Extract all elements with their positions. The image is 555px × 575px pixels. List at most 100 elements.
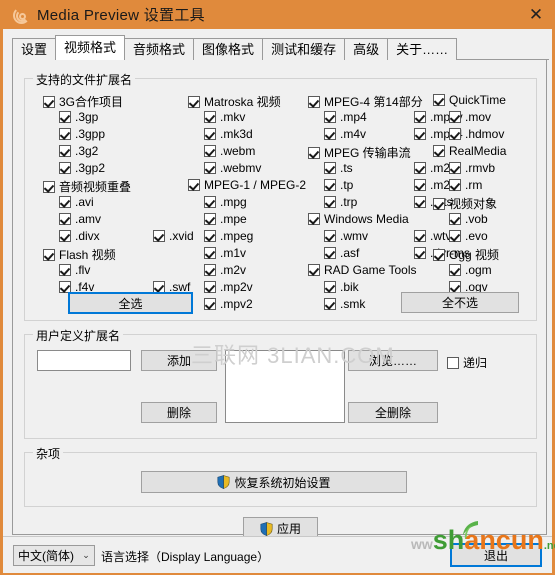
checkbox-box xyxy=(204,247,216,259)
ext-group-header[interactable]: Flash 视频 xyxy=(43,246,116,263)
ext-checkbox[interactable]: .3gp2 xyxy=(59,161,105,175)
ext-label: .wmv xyxy=(340,229,368,243)
ext-checkbox[interactable]: .mpe xyxy=(204,212,247,226)
recursive-label: 递归 xyxy=(463,356,488,370)
ext-group-label: 音频视频重叠 xyxy=(59,180,132,194)
checkbox-box xyxy=(43,248,55,261)
ext-checkbox[interactable]: .wtv xyxy=(414,229,451,243)
language-select[interactable]: 中文(简体) ⌄ xyxy=(13,545,95,566)
ext-checkbox[interactable]: .xvid xyxy=(153,229,194,243)
delete-extension-button[interactable]: 删除 xyxy=(141,402,217,423)
ext-group-header[interactable]: MPEG-4 第14部分 xyxy=(308,93,423,110)
exit-button[interactable]: 退出 xyxy=(450,543,542,567)
ext-checkbox[interactable]: .bik xyxy=(324,280,359,294)
ext-checkbox[interactable]: .m2v xyxy=(204,263,246,277)
ext-checkbox[interactable]: .m4v xyxy=(324,127,366,141)
ext-label: .rm xyxy=(465,178,483,192)
ext-checkbox[interactable]: .m1v xyxy=(204,246,246,260)
checkbox-box xyxy=(43,180,55,193)
ext-label: .3gpp xyxy=(75,127,106,141)
tab-0[interactable]: 设置 xyxy=(12,38,57,60)
ext-label: .flv xyxy=(75,263,91,277)
ext-checkbox[interactable]: .3gpp xyxy=(59,127,105,141)
browse-button[interactable]: 浏览…… xyxy=(348,350,438,371)
delete-all-extensions-button[interactable]: 全删除 xyxy=(348,402,438,423)
checkbox-box xyxy=(59,264,71,276)
ext-checkbox[interactable]: .ts xyxy=(324,161,353,175)
ext-checkbox[interactable]: .m2t xyxy=(414,178,453,192)
ext-group-header[interactable]: Ogg 视频 xyxy=(433,246,499,263)
ext-checkbox[interactable]: .wmv xyxy=(324,229,368,243)
ext-checkbox[interactable]: .avi xyxy=(59,195,94,209)
checkbox-box xyxy=(204,145,216,157)
ext-group-label: 3G合作项目 xyxy=(59,95,124,109)
ext-checkbox[interactable]: .flv xyxy=(59,263,90,277)
supported-extensions-group: 支持的文件扩展名 3G合作项目 .3gp .3gpp .3g2 .3gp2 音频视频重叠.… xyxy=(24,71,537,321)
extension-input[interactable] xyxy=(37,350,131,371)
ext-checkbox[interactable]: .divx xyxy=(59,229,100,243)
restore-defaults-button[interactable]: 恢复系统初始设置 xyxy=(141,471,407,493)
checkbox-box xyxy=(433,145,445,157)
ext-checkbox[interactable]: .mk3d xyxy=(204,127,253,141)
ext-checkbox[interactable]: .mkv xyxy=(204,110,245,124)
tab-5[interactable]: 高级 xyxy=(344,38,389,60)
ext-checkbox[interactable]: .evo xyxy=(449,229,488,243)
ext-checkbox[interactable]: .webmv xyxy=(204,161,261,175)
ext-checkbox[interactable]: .webm xyxy=(204,144,255,158)
ext-group-header[interactable]: MPEG-1 / MPEG-2 xyxy=(188,178,306,192)
ext-group-label: Ogg 视频 xyxy=(449,248,500,262)
ext-checkbox[interactable]: .mpv2 xyxy=(204,297,253,311)
checkbox-box xyxy=(324,111,336,123)
tab-1[interactable]: 视频格式 xyxy=(55,35,126,60)
ext-group-header[interactable]: Windows Media xyxy=(308,212,409,226)
media-preview-icon xyxy=(12,6,30,24)
ext-checkbox[interactable]: .mpg xyxy=(204,195,247,209)
ext-checkbox[interactable]: .rm xyxy=(449,178,482,192)
recursive-box xyxy=(447,356,459,369)
tab-strip: 设置 视频格式 音频格式 图像格式 测试和缓存 高级 关于…… xyxy=(12,35,458,60)
ext-checkbox[interactable]: .mpeg xyxy=(204,229,253,243)
ext-checkbox[interactable]: .3g2 xyxy=(59,144,98,158)
ext-group-header[interactable]: RAD Game Tools xyxy=(308,263,416,277)
ext-checkbox[interactable]: .smk xyxy=(324,297,365,311)
ext-group-header[interactable]: 音频视频重叠 xyxy=(43,178,131,195)
checkbox-box xyxy=(204,230,216,242)
ext-checkbox[interactable]: .trp xyxy=(324,195,357,209)
close-icon[interactable]: ✕ xyxy=(514,0,555,29)
ext-group-header[interactable]: RealMedia xyxy=(433,144,506,158)
apply-label: 应用 xyxy=(276,522,301,536)
ext-group-header[interactable]: Matroska 视频 xyxy=(188,93,281,110)
ext-group-label: RAD Game Tools xyxy=(324,263,417,277)
ext-checkbox[interactable]: .tp xyxy=(324,178,353,192)
checkbox-box xyxy=(433,197,445,210)
ext-checkbox[interactable]: .vob xyxy=(449,212,488,226)
tab-3[interactable]: 图像格式 xyxy=(193,38,264,60)
tab-4[interactable]: 测试和缓存 xyxy=(262,38,346,60)
ext-checkbox[interactable]: .amv xyxy=(59,212,101,226)
ext-group-header[interactable]: 3G合作项目 xyxy=(43,93,123,110)
recursive-checkbox[interactable]: 递归 xyxy=(447,354,487,371)
add-extension-button[interactable]: 添加 xyxy=(141,350,217,371)
select-none-button[interactable]: 全不选 xyxy=(401,292,519,313)
user-extensions-list[interactable] xyxy=(225,350,345,423)
ext-label: .xvid xyxy=(169,229,194,243)
tab-2[interactable]: 音频格式 xyxy=(124,38,195,60)
select-all-button[interactable]: 全选 xyxy=(68,292,193,314)
ext-checkbox[interactable]: .asf xyxy=(324,246,359,260)
checkbox-box xyxy=(153,230,165,242)
ext-checkbox[interactable]: .rmvb xyxy=(449,161,495,175)
ext-checkbox[interactable]: .hdmov xyxy=(449,127,504,141)
ext-checkbox[interactable]: .mp2v xyxy=(204,280,253,294)
ext-checkbox[interactable]: .ogm xyxy=(449,263,492,277)
ext-label: .ts xyxy=(340,161,353,175)
ext-checkbox[interactable]: .mp4 xyxy=(324,110,367,124)
ext-label: .bik xyxy=(340,280,359,294)
checkbox-box xyxy=(449,179,461,191)
tab-6[interactable]: 关于…… xyxy=(387,38,458,60)
checkbox-box xyxy=(449,264,461,276)
ext-checkbox[interactable]: .3gp xyxy=(59,110,98,124)
ext-group-header[interactable]: 视频对象 xyxy=(433,195,497,212)
ext-group-header[interactable]: QuickTime xyxy=(433,93,506,107)
ext-group-header[interactable]: MPEG 传输串流 xyxy=(308,144,411,161)
ext-checkbox[interactable]: .mov xyxy=(449,110,491,124)
